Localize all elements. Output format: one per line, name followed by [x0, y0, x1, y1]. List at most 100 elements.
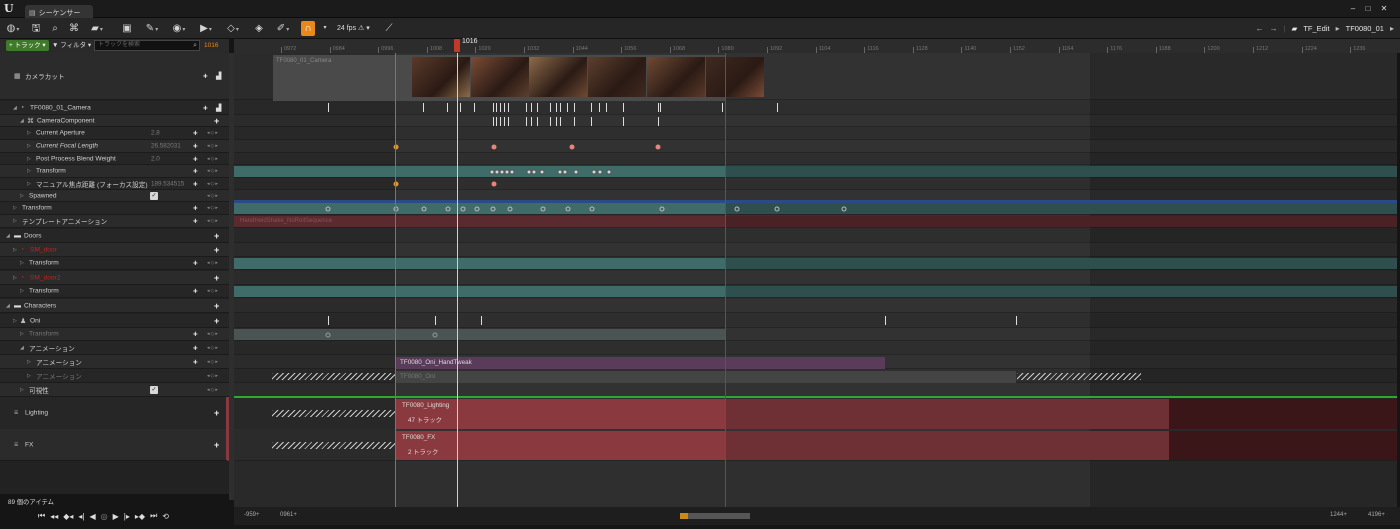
expand-triangle-icon[interactable]: ▷: [27, 181, 31, 187]
add-track-button[interactable]: + トラック ▾: [6, 40, 49, 51]
transform-section[interactable]: [725, 286, 1397, 297]
keyframe-nav-icon[interactable]: ◂◇▸: [207, 143, 219, 149]
expand-triangle-icon[interactable]: ▷: [13, 218, 17, 224]
expand-triangle-icon[interactable]: ▷: [20, 331, 24, 337]
expand-triangle-icon[interactable]: ◢: [20, 345, 24, 351]
keyframe-nav-icon[interactable]: ◂◇▸: [207, 181, 219, 187]
tree-row-2[interactable]: ◢ ⌘ CameraComponent +: [0, 115, 229, 127]
property-checkbox[interactable]: ✓: [150, 385, 158, 394]
tree-row-5[interactable]: ▷ Post Process Blend Weight 2.0 + ◂◇▸: [0, 153, 229, 165]
tree-row-0[interactable]: ▦ カメラカット + ▟: [0, 53, 229, 100]
current-frame-readout[interactable]: 1016: [204, 40, 218, 51]
tree-row-11[interactable]: ◢ ▬ Doors +: [0, 229, 229, 243]
tree-row-3[interactable]: ▷ Current Aperture 2.8 + ◂◇▸: [0, 127, 229, 140]
graph-icon[interactable]: ⟋: [382, 21, 396, 36]
pen-icon[interactable]: ✐: [274, 21, 292, 36]
expand-triangle-icon[interactable]: ◢: [20, 118, 24, 124]
add-key-button[interactable]: +: [193, 259, 198, 268]
loop-icon[interactable]: ⟲: [162, 512, 169, 521]
keyframe[interactable]: [659, 206, 665, 211]
tree-row-6[interactable]: ▷ Transform + ◂◇▸: [0, 165, 229, 178]
keyframe[interactable]: [531, 169, 537, 174]
tree-row-14[interactable]: ▷ ◔ SM_door2 +: [0, 271, 229, 285]
keyframe-nav-icon[interactable]: ◂◇▸: [207, 205, 219, 211]
add-button[interactable]: +: [214, 245, 219, 255]
add-key-button[interactable]: +: [193, 142, 198, 151]
timeline-scrollbar[interactable]: [680, 513, 750, 519]
keyframe-nav-icon[interactable]: ◂◇▸: [207, 156, 219, 162]
add-key-button[interactable]: +: [193, 204, 198, 213]
record-icon[interactable]: ◎: [101, 512, 108, 521]
expand-triangle-icon[interactable]: ▷: [20, 260, 24, 266]
scrollbar-thumb[interactable]: [680, 513, 688, 519]
tree-row-18[interactable]: ▷ Transform + ◂◇▸: [0, 328, 229, 341]
minimize-button[interactable]: ‒: [1347, 3, 1359, 14]
transform-section[interactable]: [234, 203, 725, 214]
tree-row-12[interactable]: ▷ ◔ SM_door +: [0, 243, 229, 257]
play-icon[interactable]: ▶: [197, 21, 215, 36]
tree-row-16[interactable]: ◢ ▬ Characters +: [0, 299, 229, 313]
keyframe[interactable]: [774, 206, 780, 211]
add-button[interactable]: +: [203, 103, 208, 112]
add-key-button[interactable]: +: [193, 179, 198, 188]
prev-key-icon[interactable]: ◆◂: [63, 512, 73, 521]
add-button[interactable]: +: [214, 301, 219, 311]
keyframe[interactable]: [325, 206, 331, 211]
transform-section[interactable]: [234, 258, 725, 269]
oni-handtweak-section[interactable]: TF0080_Oni_HandTweak: [396, 357, 885, 369]
keyframe-nav-icon[interactable]: ◂◇▸: [207, 345, 219, 351]
view-start-field[interactable]: -959+: [244, 512, 260, 518]
keyframe[interactable]: [606, 169, 612, 174]
expand-triangle-icon[interactable]: ▷: [27, 168, 31, 174]
curve-icon[interactable]: ◈: [252, 21, 266, 36]
expand-triangle-icon[interactable]: ▷: [20, 288, 24, 294]
snap-dropdown-icon[interactable]: ▾: [321, 21, 329, 36]
transform-section[interactable]: [234, 286, 725, 297]
expand-triangle-icon[interactable]: ▷: [20, 193, 24, 199]
group-icon[interactable]: ▟: [216, 104, 221, 112]
expand-triangle-icon[interactable]: ◢: [6, 233, 10, 239]
keyframe[interactable]: [591, 169, 597, 174]
tab-sequencer[interactable]: ▤ シーケンサー: [25, 5, 93, 18]
track-search-input[interactable]: トラックを検索 ⌕: [94, 40, 200, 51]
keyframe[interactable]: [460, 206, 466, 211]
camera-shake-section[interactable]: HandHeldShake_NoRollSequence: [234, 216, 725, 227]
property-value[interactable]: 2.0: [151, 155, 160, 162]
add-key-button[interactable]: +: [193, 330, 198, 339]
tree-row-20[interactable]: ▷ アニメーション + ◂◇▸: [0, 355, 229, 369]
keyframe[interactable]: [445, 206, 451, 211]
add-button[interactable]: +: [214, 116, 219, 126]
add-key-button[interactable]: +: [193, 357, 198, 366]
tree-row-8[interactable]: ▷ Spawned ✓ ◂◇▸: [0, 190, 229, 202]
step-back-icon[interactable]: ◂|: [78, 512, 84, 521]
expand-triangle-icon[interactable]: ◢: [6, 303, 10, 309]
add-key-button[interactable]: +: [193, 343, 198, 352]
transform-section[interactable]: [725, 166, 1397, 177]
tree-row-1[interactable]: ◢ ◔ TF0080_01_Camera + ▟: [0, 101, 229, 115]
breadcrumb-parent[interactable]: TF_Edit: [1303, 24, 1329, 33]
add-button[interactable]: +: [214, 231, 219, 241]
tree-row-10[interactable]: ▷ テンプレートアニメーション + ◂◇▸: [0, 215, 229, 228]
expand-triangle-icon[interactable]: ▷: [13, 275, 17, 281]
tree-row-23[interactable]: ≡ Lighting +: [0, 397, 229, 430]
expand-triangle-icon[interactable]: ▷: [13, 247, 17, 253]
keyframe-nav-icon[interactable]: ◂◇▸: [207, 218, 219, 224]
eye-icon[interactable]: ◉: [169, 21, 189, 36]
add-key-button[interactable]: +: [193, 167, 198, 176]
keyframe-nav-icon[interactable]: ◂◇▸: [207, 331, 219, 337]
play-end-field[interactable]: 1244+: [1330, 512, 1347, 518]
expand-triangle-icon[interactable]: ▷: [27, 156, 31, 162]
keyframe[interactable]: [432, 332, 438, 337]
maximize-button[interactable]: □: [1362, 3, 1374, 14]
add-key-button[interactable]: +: [193, 154, 198, 163]
key-icon[interactable]: ◇: [224, 21, 242, 36]
view-end-field[interactable]: 4196+: [1368, 512, 1385, 518]
keyframe-nav-icon[interactable]: ◂◇▸: [207, 387, 219, 393]
keyframe[interactable]: [573, 169, 579, 174]
timeline-tracks[interactable]: TF0080_01_Camera HandHeldShake_NoRollSequ…: [234, 53, 1397, 507]
clapper-icon[interactable]: ▰: [88, 21, 106, 36]
add-key-button[interactable]: +: [193, 287, 198, 296]
expand-triangle-icon[interactable]: ▷: [27, 373, 31, 379]
property-value[interactable]: 26.582031: [151, 143, 181, 150]
property-checkbox[interactable]: ✓: [150, 191, 158, 200]
